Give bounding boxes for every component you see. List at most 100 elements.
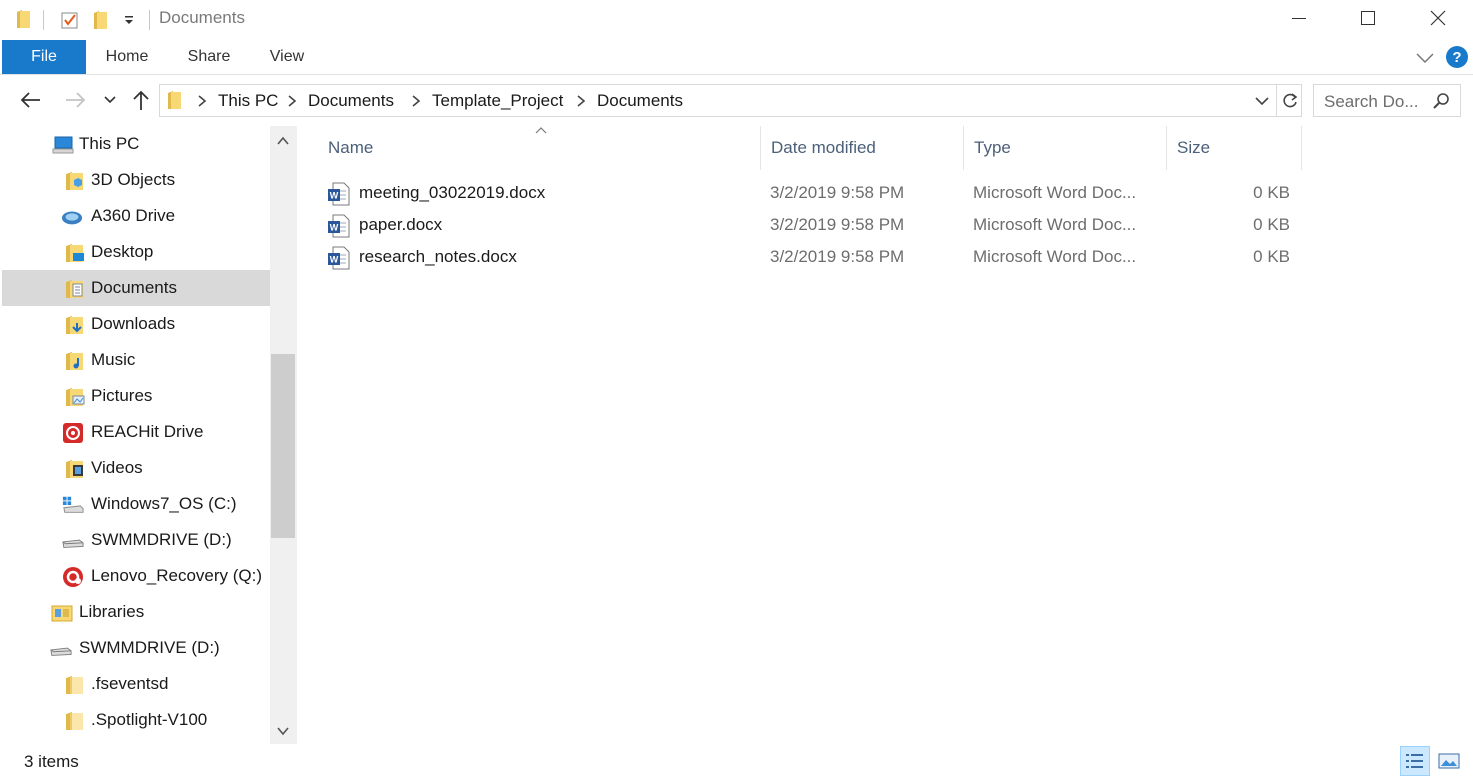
nav-item-windows7-os[interactable]: Windows7_OS (C:) xyxy=(2,486,270,522)
documents-folder-icon xyxy=(66,280,83,298)
svg-text:W: W xyxy=(330,255,339,265)
file-size: 0 KB xyxy=(1253,215,1290,234)
nav-item-a360-drive[interactable]: A360 Drive xyxy=(2,198,270,234)
nav-item-this-pc[interactable]: This PC xyxy=(2,126,270,162)
navigation-bar: This PC Documents Template_Project Docum… xyxy=(0,76,1473,126)
window-title: Documents xyxy=(159,8,245,27)
nav-item-label: Desktop xyxy=(91,242,154,261)
pictures-folder-icon xyxy=(66,388,85,406)
customize-toolbar-icon[interactable] xyxy=(120,8,138,32)
word-document-icon: W xyxy=(328,214,350,238)
nav-item-label: Downloads xyxy=(91,314,176,333)
maximize-button[interactable] xyxy=(1333,0,1403,36)
details-view-button[interactable] xyxy=(1400,746,1430,776)
nav-item-label: .fseventsd xyxy=(91,674,169,693)
file-name: paper.docx xyxy=(359,215,443,234)
refresh-icon xyxy=(1282,92,1297,107)
back-button[interactable] xyxy=(16,86,44,114)
folder-3d-icon xyxy=(66,172,83,190)
breadcrumb-this-pc[interactable]: This PC xyxy=(218,91,278,111)
search-icon[interactable] xyxy=(1432,92,1450,110)
nav-item-documents[interactable]: Documents xyxy=(2,270,270,306)
nav-item-libraries[interactable]: Libraries xyxy=(2,594,270,630)
properties-icon[interactable] xyxy=(58,8,82,32)
tab-share[interactable]: Share xyxy=(174,40,244,74)
nav-item-reachit-drive[interactable]: REACHit Drive xyxy=(2,414,270,450)
nav-item-label: .Spotlight-V100 xyxy=(91,710,208,729)
item-count: 3 items xyxy=(24,752,79,771)
minimize-button[interactable] xyxy=(1264,0,1334,36)
nav-item-videos[interactable]: Videos xyxy=(2,450,270,486)
close-button[interactable] xyxy=(1403,0,1473,36)
nav-item-label: REACHit Drive xyxy=(91,422,204,441)
large-icons-view-button[interactable] xyxy=(1434,746,1464,776)
chevron-right-icon[interactable] xyxy=(197,94,207,108)
nav-scrollbar[interactable] xyxy=(270,126,297,744)
nav-item-3d-objects[interactable]: 3D Objects xyxy=(2,162,270,198)
drive-icon xyxy=(50,647,72,656)
svg-text:W: W xyxy=(330,223,339,233)
column-header-size[interactable]: Size xyxy=(1167,126,1302,170)
chevron-right-icon[interactable] xyxy=(576,94,586,108)
tab-view[interactable]: View xyxy=(252,40,322,74)
status-bar: 3 items xyxy=(0,744,1473,777)
nav-item-music[interactable]: Music xyxy=(2,342,270,378)
word-document-icon: W xyxy=(328,246,350,270)
chevron-right-icon[interactable] xyxy=(411,94,421,108)
search-input[interactable]: Search Do... xyxy=(1313,84,1461,117)
file-date: 3/2/2019 9:58 PM xyxy=(770,247,905,266)
nav-item-lenovo-recovery[interactable]: Lenovo_Recovery (Q:) xyxy=(2,558,270,594)
new-folder-icon[interactable] xyxy=(90,8,112,32)
scroll-thumb[interactable] xyxy=(271,354,295,538)
refresh-button[interactable] xyxy=(1276,85,1302,116)
nav-item-swmmdrive-d[interactable]: SWMMDRIVE (D:) xyxy=(2,522,270,558)
column-label: Type xyxy=(974,138,1011,157)
nav-item-spotlight[interactable]: .Spotlight-V100 xyxy=(2,702,270,738)
breadcrumb-current-documents[interactable]: Documents xyxy=(597,91,683,111)
file-type: Microsoft Word Doc... xyxy=(973,215,1137,234)
chevron-right-icon[interactable] xyxy=(287,94,297,108)
file-row[interactable]: W paper.docx 3/2/2019 9:58 PM Microsoft … xyxy=(327,209,1302,241)
title-bar: Documents xyxy=(0,0,1473,40)
file-name: meeting_03022019.docx xyxy=(359,183,546,202)
drive-icon xyxy=(62,539,84,548)
file-row[interactable]: W meeting_03022019.docx 3/2/2019 9:58 PM… xyxy=(327,177,1302,209)
toolbar-divider xyxy=(149,10,150,30)
details-view-icon xyxy=(1406,754,1423,768)
tab-home[interactable]: Home xyxy=(92,40,162,74)
address-bar[interactable]: This PC Documents Template_Project Docum… xyxy=(159,84,1302,117)
up-button[interactable] xyxy=(127,86,155,114)
chevron-up-icon[interactable] xyxy=(274,132,292,150)
column-divider[interactable] xyxy=(1301,126,1302,170)
chevron-down-icon[interactable] xyxy=(274,722,292,740)
forward-button[interactable] xyxy=(62,86,90,114)
folder-icon xyxy=(167,90,183,115)
breadcrumb-template-project[interactable]: Template_Project xyxy=(432,91,563,111)
nav-item-label: A360 Drive xyxy=(91,206,176,225)
nav-item-label: SWMMDRIVE (D:) xyxy=(91,530,232,549)
nav-item-desktop[interactable]: Desktop xyxy=(2,234,270,270)
search-placeholder: Search Do... xyxy=(1324,92,1419,111)
nav-item-label: Music xyxy=(91,350,136,369)
music-folder-icon xyxy=(66,352,83,370)
nav-item-downloads[interactable]: Downloads xyxy=(2,306,270,342)
nav-item-swmmdrive-root[interactable]: SWMMDRIVE (D:) xyxy=(2,630,270,666)
help-button[interactable]: ? xyxy=(1446,46,1468,68)
column-header-date[interactable]: Date modified xyxy=(761,126,964,170)
file-row[interactable]: W research_notes.docx 3/2/2019 9:58 PM M… xyxy=(327,241,1302,273)
ribbon: File Home Share View xyxy=(0,40,1473,75)
expand-ribbon-icon[interactable] xyxy=(1413,48,1437,68)
address-dropdown-icon[interactable] xyxy=(1253,93,1271,109)
tab-file[interactable]: File xyxy=(2,40,86,74)
column-header-name[interactable]: Name xyxy=(318,126,761,170)
column-header-type[interactable]: Type xyxy=(964,126,1167,170)
nav-item-fseventsd[interactable]: .fseventsd xyxy=(2,666,270,702)
navigation-pane: This PC 3D Objects A360 Drive Desktop Do… xyxy=(0,126,297,744)
libraries-icon xyxy=(51,605,73,622)
recovery-drive-icon xyxy=(63,567,83,587)
file-date: 3/2/2019 9:58 PM xyxy=(770,215,905,234)
recent-locations-button[interactable] xyxy=(98,86,122,114)
nav-item-label: Windows7_OS (C:) xyxy=(91,494,237,513)
breadcrumb-documents[interactable]: Documents xyxy=(308,91,394,111)
nav-item-pictures[interactable]: Pictures xyxy=(2,378,270,414)
